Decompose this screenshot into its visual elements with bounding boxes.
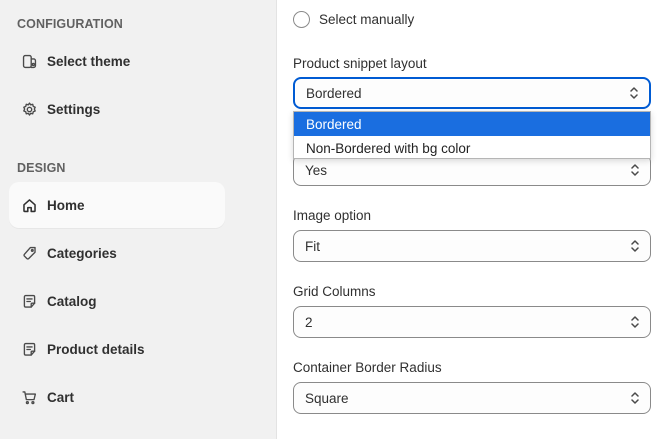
product-details-icon xyxy=(20,340,38,358)
chevron-up-down-icon xyxy=(630,87,638,99)
sidebar-item-label: Home xyxy=(47,197,85,213)
sidebar-item-cart[interactable]: Cart xyxy=(9,374,225,420)
home-icon xyxy=(20,196,38,214)
sidebar-item-home[interactable]: Home xyxy=(9,182,225,228)
sidebar-item-catalog[interactable]: Catalog xyxy=(9,278,225,324)
select-manually-option[interactable]: Select manually xyxy=(293,11,414,28)
section-title-configuration: CONFIGURATION xyxy=(17,17,123,31)
sidebar-item-label: Cart xyxy=(47,389,75,405)
chevron-up-down-icon xyxy=(631,316,639,328)
select-value: Bordered xyxy=(306,85,362,101)
dropdown-option-bordered[interactable]: Bordered xyxy=(294,112,650,136)
radio-label: Select manually xyxy=(319,12,415,27)
settings-panel: Select manually Product snippet layout B… xyxy=(278,0,662,439)
image-option-label: Image option xyxy=(293,208,372,223)
grid-columns-select[interactable]: 2 xyxy=(293,306,651,338)
sidebar: CONFIGURATION Select theme Settings DESI… xyxy=(0,0,237,439)
sidebar-item-label: Categories xyxy=(47,245,117,261)
select-value: Fit xyxy=(305,238,320,254)
chevron-up-down-icon xyxy=(631,164,639,176)
image-option-select[interactable]: Fit xyxy=(293,230,651,262)
container-border-radius-select[interactable]: Square xyxy=(293,382,651,414)
sidebar-item-product-details[interactable]: Product details xyxy=(9,326,225,372)
chevron-up-down-icon xyxy=(631,392,639,404)
dropdown-option-non-bordered[interactable]: Non-Bordered with bg color xyxy=(294,136,650,160)
grid-columns-label: Grid Columns xyxy=(293,284,376,299)
chevron-up-down-icon xyxy=(631,240,639,252)
radio-button[interactable] xyxy=(293,11,310,28)
sidebar-item-label: Select theme xyxy=(47,53,131,69)
theme-icon xyxy=(20,52,38,70)
select-value: Yes xyxy=(305,162,328,178)
catalog-icon xyxy=(20,292,38,310)
container-border-radius-label: Container Border Radius xyxy=(293,360,442,375)
layout-dropdown-menu: Bordered Non-Bordered with bg color xyxy=(293,111,651,159)
sidebar-item-label: Settings xyxy=(47,101,101,117)
sidebar-item-select-theme[interactable]: Select theme xyxy=(9,38,225,84)
tag-icon xyxy=(20,244,38,262)
sidebar-item-label: Catalog xyxy=(47,293,97,309)
product-snippet-layout-label: Product snippet layout xyxy=(293,56,427,71)
select-value: 2 xyxy=(305,314,313,330)
sidebar-item-label: Product details xyxy=(47,341,145,357)
section-title-design: DESIGN xyxy=(17,161,66,175)
content-gutter xyxy=(237,0,277,439)
select-value: Square xyxy=(305,390,349,406)
sidebar-item-categories[interactable]: Categories xyxy=(9,230,225,276)
gear-icon xyxy=(20,100,38,118)
product-snippet-layout-select[interactable]: Bordered xyxy=(293,77,651,109)
cart-icon xyxy=(20,388,38,406)
sidebar-item-settings[interactable]: Settings xyxy=(9,86,225,132)
